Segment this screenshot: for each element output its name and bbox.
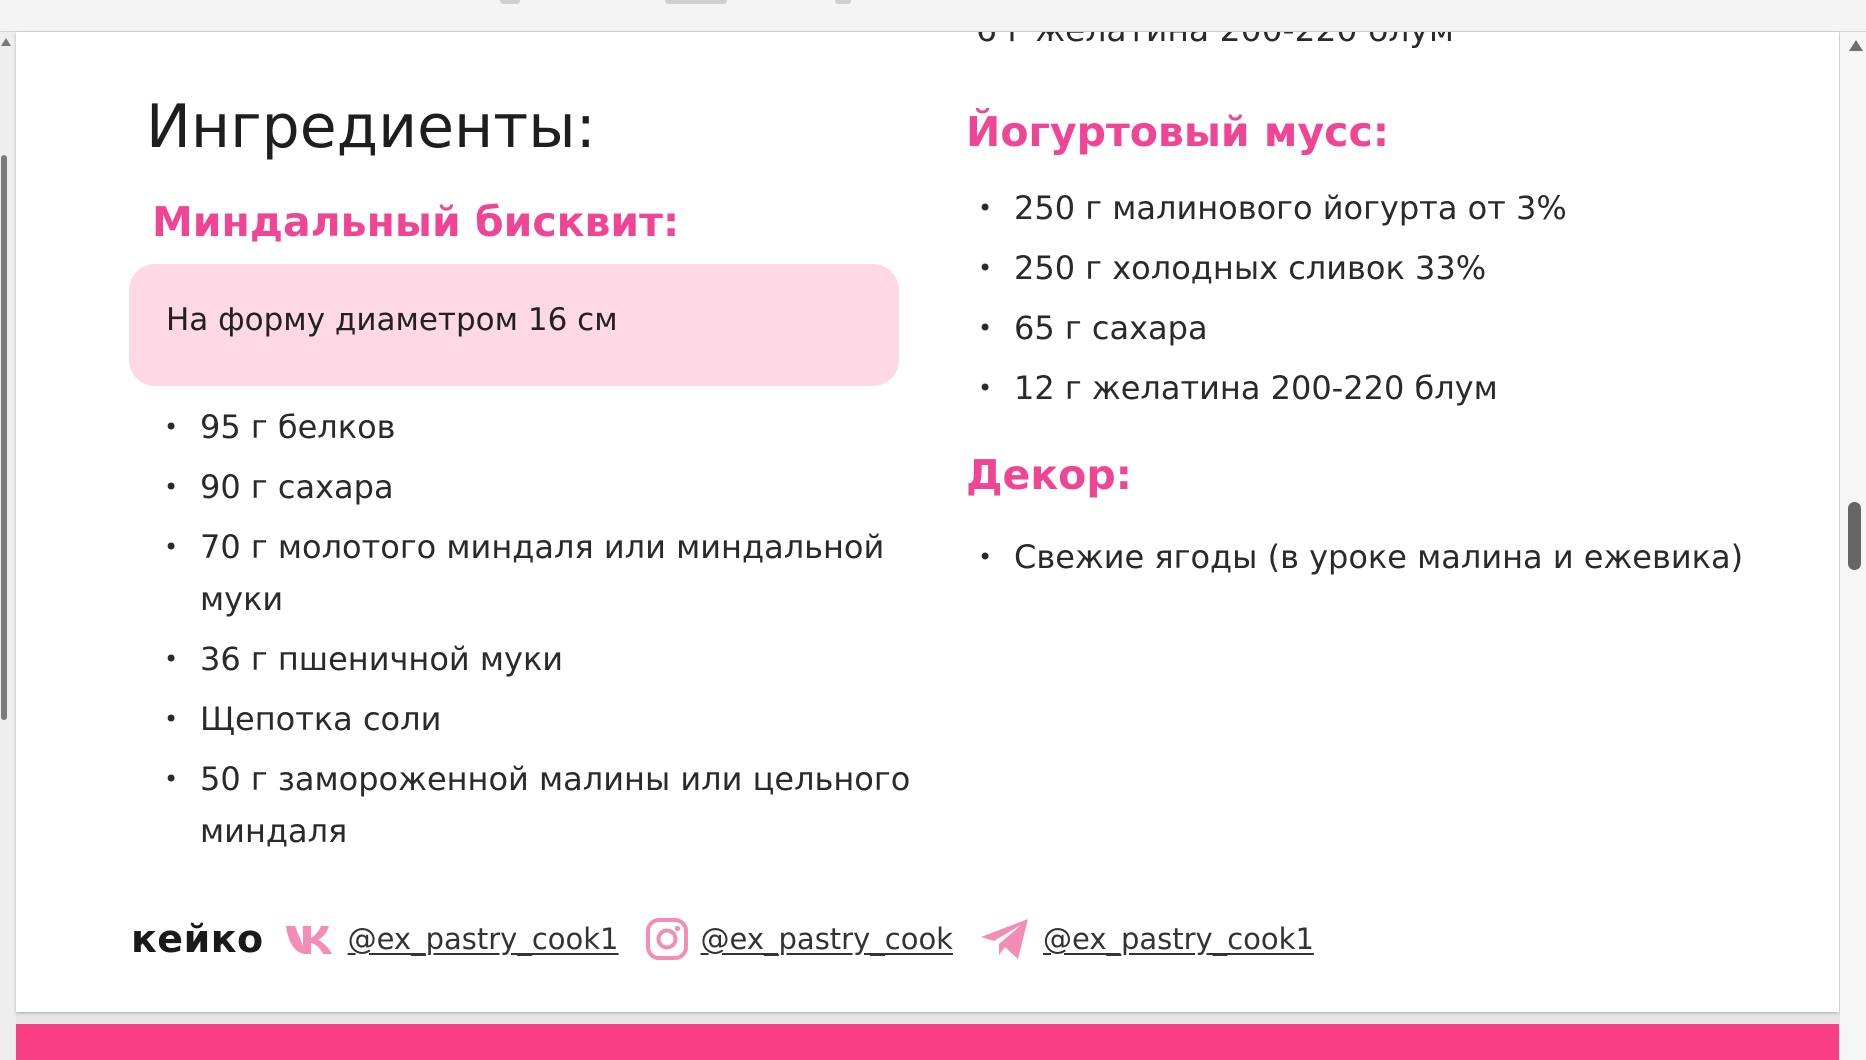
list-item: • 250 г холодных сливок 33% (978, 242, 1838, 294)
list-item: • 12 г желатина 200-220 блум (978, 362, 1838, 414)
viewer-top-bar (0, 0, 1866, 32)
bullet-icon: • (164, 473, 179, 501)
bullet-icon: • (164, 765, 179, 793)
telegram-icon (979, 917, 1031, 961)
almond-sponge-heading: Миндальный бисквит: (152, 198, 680, 246)
decor-list: • Свежие ягоды (в уроке малина и ежевика) (978, 531, 1838, 583)
list-item-text: 65 г сахара (1014, 309, 1208, 347)
list-item-text: 90 г сахара (200, 468, 394, 506)
toolbar-fragment (500, 0, 520, 4)
bullet-icon: • (978, 254, 993, 282)
list-item: • 36 г пшеничной муки (164, 633, 944, 685)
list-item-text: 95 г белков (200, 408, 396, 446)
instagram-icon (645, 917, 689, 961)
list-item-text: Щепотка соли (200, 700, 442, 738)
next-page-preview (16, 1024, 1839, 1060)
list-item: • 250 г малинового йогурта от 3% (978, 182, 1838, 234)
bullet-icon: • (978, 314, 993, 342)
telegram-icon-graphic (980, 919, 1028, 959)
list-item: • 50 г замороженной малины или цельного м… (164, 753, 944, 857)
list-item-text: Свежие ягоды (в уроке малина и ежевика) (1014, 538, 1744, 576)
pan-size-note-text: На форму диаметром 16 см (166, 302, 618, 338)
list-item: • Щепотка соли (164, 693, 944, 745)
list-item: • 95 г белков (164, 401, 944, 453)
list-item-text: 250 г малинового йогурта от 3% (1014, 189, 1567, 227)
right-scrollbar-thumb[interactable] (1848, 502, 1861, 570)
telegram-handle-link[interactable]: @ex_pastry_cook1 (1043, 922, 1314, 956)
vk-icon-graphic (285, 926, 332, 954)
page-footer: кейко @ex_pastry_cook1 @ex_pastry_cook @… (131, 912, 1340, 966)
yogurt-mousse-heading: Йогуртовый мусс: (966, 108, 1390, 156)
bullet-icon: • (951, 32, 966, 40)
list-item-text: 70 г молотого миндаля или миндальной мук… (200, 528, 885, 618)
list-item-text: 12 г желатина 200-220 блум (1014, 369, 1498, 407)
decor-heading: Декор: (966, 451, 1133, 499)
list-item: • Свежие ягоды (в уроке малина и ежевика) (978, 531, 1838, 583)
vk-handle-link[interactable]: @ex_pastry_cook1 (348, 922, 619, 956)
bullet-icon: • (978, 374, 993, 402)
list-item: • 65 г сахара (978, 302, 1838, 354)
scroll-up-arrow-icon[interactable] (1849, 40, 1863, 51)
list-item: • 90 г сахара (164, 461, 944, 513)
almond-sponge-list: • 95 г белков • 90 г сахара • 70 г молотого… (164, 401, 944, 865)
instagram-icon-graphic (645, 918, 688, 960)
page-title: Ингредиенты: (146, 92, 596, 162)
toolbar-fragment (665, 0, 727, 4)
left-scrollbar-thumb[interactable] (1, 155, 7, 720)
list-item: • 70 г молотого миндаля или миндальной му… (164, 521, 944, 625)
clipped-line-text: 6 г желатина 200-220 блум (976, 32, 1454, 49)
toolbar-fragment (835, 0, 851, 4)
clipped-previous-line: • 6 г желатина 200-220 блум (951, 32, 1454, 49)
list-item-text: 36 г пшеничной муки (200, 640, 564, 678)
bullet-icon: • (164, 413, 179, 441)
vk-icon (284, 922, 336, 956)
bullet-icon: • (164, 645, 179, 673)
pan-size-note: На форму диаметром 16 см (129, 264, 899, 386)
document-page: • 6 г желатина 200-220 блум Ингредиенты:… (16, 32, 1839, 1012)
bullet-icon: • (978, 194, 993, 222)
list-item-text: 250 г холодных сливок 33% (1014, 249, 1487, 287)
instagram-handle-link[interactable]: @ex_pastry_cook (701, 922, 953, 956)
bullet-icon: • (164, 705, 179, 733)
bullet-icon: • (164, 533, 179, 561)
bullet-icon: • (978, 543, 993, 571)
brand-name: кейко (131, 917, 264, 961)
yogurt-mousse-list: • 250 г малинового йогурта от 3% • 250 г х… (978, 182, 1838, 422)
left-scroll-up-arrow-icon[interactable] (1, 38, 11, 46)
list-item-text: 50 г замороженной малины или цельного ми… (200, 760, 911, 850)
